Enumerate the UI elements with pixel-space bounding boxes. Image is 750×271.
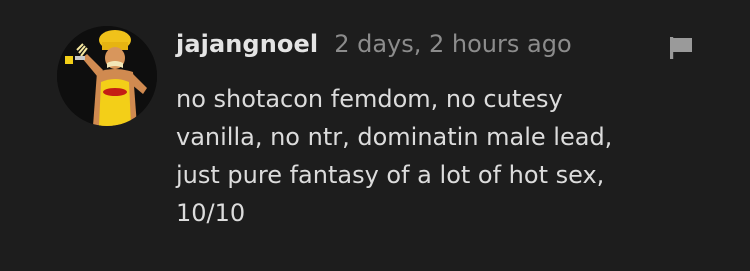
comment-header: jajangnoel 2 days, 2 hours ago: [176, 30, 572, 64]
avatar-image: [57, 26, 157, 126]
user-avatar[interactable]: [57, 26, 157, 126]
flag-icon: [670, 37, 692, 59]
comment-text: no shotacon femdom, no cutesy vanilla, n…: [176, 85, 613, 227]
comment-card: jajangnoel 2 days, 2 hours ago no shotac…: [0, 0, 750, 271]
username[interactable]: jajangnoel: [176, 30, 318, 58]
flag-button[interactable]: [668, 35, 694, 61]
timestamp[interactable]: 2 days, 2 hours ago: [334, 30, 571, 58]
